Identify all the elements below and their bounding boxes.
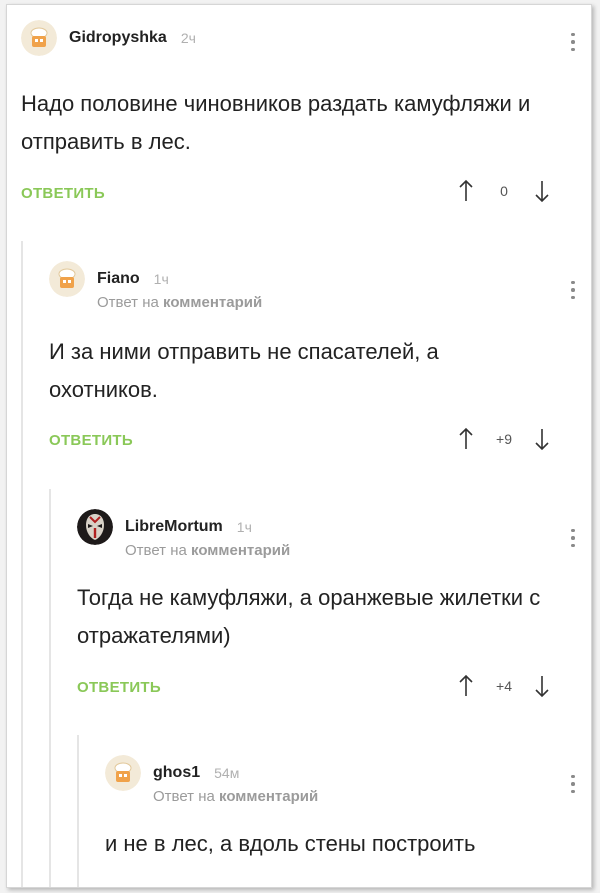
comment-header: Fiano 1ч — [49, 261, 169, 297]
comment-time: 54м — [214, 765, 240, 781]
downvote-icon[interactable] — [531, 177, 553, 205]
comment-author[interactable]: Gidropyshka — [69, 29, 167, 47]
comment-score: +4 — [496, 678, 512, 694]
upvote-icon[interactable] — [455, 425, 477, 453]
comment-header: Gidropyshka 2ч — [21, 20, 196, 56]
comment-author[interactable]: LibreMortum — [125, 518, 223, 536]
more-options-icon[interactable] — [563, 523, 583, 553]
reply-to-prefix: Ответ на — [125, 542, 187, 559]
more-options-icon[interactable] — [563, 769, 583, 799]
reply-to-link[interactable]: комментарий — [219, 788, 318, 805]
comment-score: +9 — [496, 431, 512, 447]
more-options-icon[interactable] — [563, 275, 583, 305]
reply-to-link[interactable]: комментарий — [191, 542, 290, 559]
comment-author[interactable]: ghos1 — [153, 764, 200, 782]
comment-1: Gidropyshka 2ч Надо половине чиновников … — [7, 5, 591, 245]
downvote-icon[interactable] — [531, 425, 553, 453]
vote-controls: 0 — [455, 177, 553, 205]
reply-to-prefix: Ответ на — [153, 788, 215, 805]
comment-text: и не в лес, а вдоль стены построить — [105, 831, 476, 856]
reply-button[interactable]: ОТВЕТИТЬ — [77, 679, 161, 696]
vote-controls: +4 — [455, 672, 553, 700]
upvote-icon[interactable] — [455, 672, 477, 700]
upvote-icon[interactable] — [455, 177, 477, 205]
default-avatar-icon[interactable] — [21, 20, 57, 56]
comment-text: И за ними отправить не спасателей, а охо… — [49, 339, 439, 402]
downvote-icon[interactable] — [531, 672, 553, 700]
default-avatar-icon[interactable] — [49, 261, 85, 297]
comment-time: 1ч — [153, 271, 169, 287]
comment-author[interactable]: Fiano — [97, 270, 140, 288]
reply-to-prefix: Ответ на — [97, 294, 159, 311]
comment-header: LibreMortum 1ч — [77, 509, 252, 545]
comment-text: Надо половине чиновников раздать камуфля… — [21, 91, 531, 154]
masked-face-avatar-icon[interactable] — [77, 509, 113, 545]
comment-time: 2ч — [180, 30, 196, 46]
reply-to-label: Ответ на комментарий — [153, 788, 318, 805]
comment-header: ghos1 54м — [105, 755, 239, 791]
more-options-icon[interactable] — [563, 27, 583, 57]
thread-line — [49, 489, 51, 887]
reply-button[interactable]: ОТВЕТИТЬ — [21, 185, 105, 202]
comment-time: 1ч — [236, 519, 252, 535]
reply-to-link[interactable]: комментарий — [163, 294, 262, 311]
thread-line — [77, 735, 79, 887]
reply-to-label: Ответ на комментарий — [97, 294, 262, 311]
comment-text: Тогда не камуфляжи, а оранжевые жилетки … — [77, 585, 541, 648]
default-avatar-icon[interactable] — [105, 755, 141, 791]
comments-panel: Gidropyshka 2ч Надо половине чиновников … — [6, 4, 592, 888]
thread-line — [21, 241, 23, 887]
vote-controls: +9 — [455, 425, 553, 453]
comment-score: 0 — [500, 183, 508, 199]
reply-button[interactable]: ОТВЕТИТЬ — [49, 432, 133, 449]
reply-to-label: Ответ на комментарий — [125, 542, 290, 559]
comment-4: ghos1 54м Ответ на комментарий и не в ле… — [77, 735, 591, 887]
